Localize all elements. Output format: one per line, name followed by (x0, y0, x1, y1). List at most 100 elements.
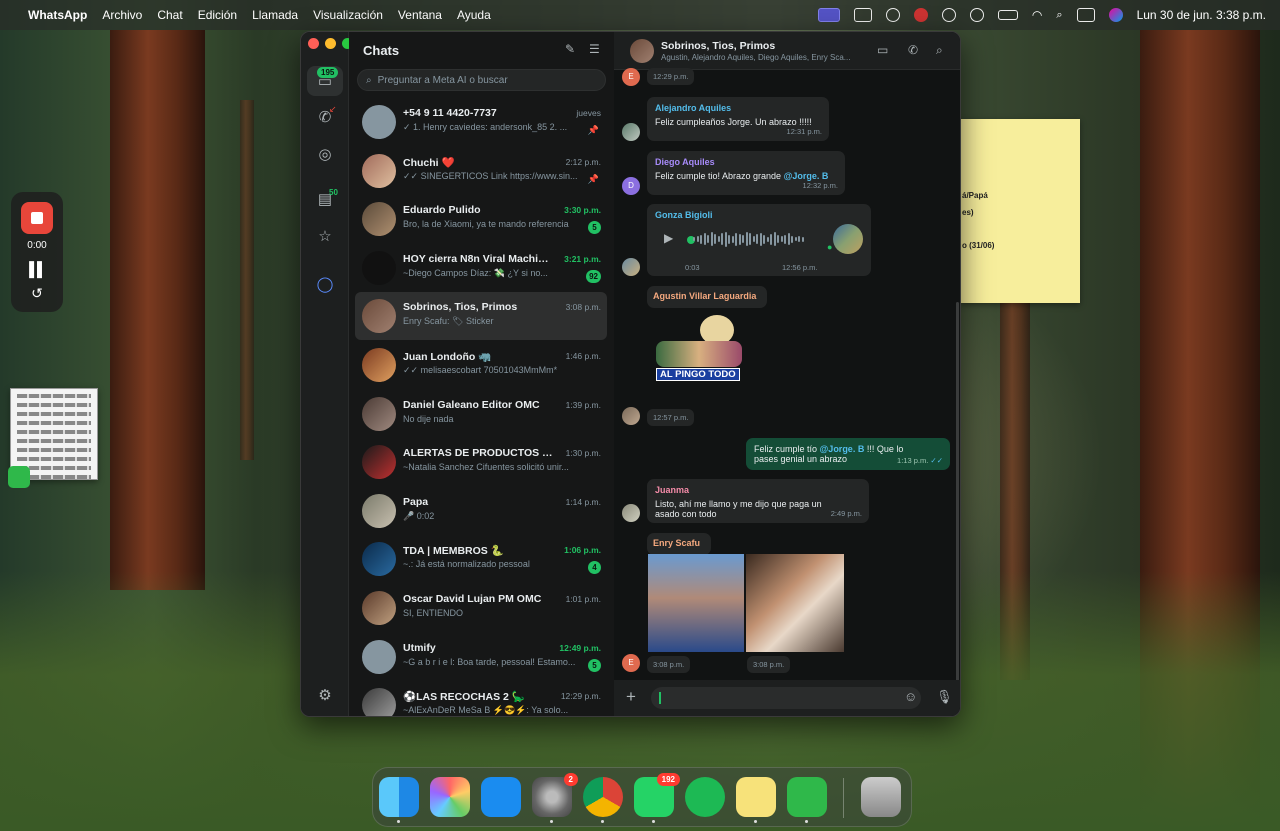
menu-archivo[interactable]: Archivo (102, 8, 142, 22)
menu-ayuda[interactable]: Ayuda (457, 8, 491, 22)
emoji-icon[interactable]: ☺ (904, 689, 917, 704)
chat-avatar[interactable] (362, 688, 396, 716)
spotlight-search-icon[interactable]: ⌕ (1056, 9, 1062, 22)
chat-avatar[interactable] (362, 639, 396, 674)
chat-row[interactable]: Eduardo Pulido 3:30 p.m. Bro, la de Xiaomi… (355, 195, 607, 243)
voice-call-icon[interactable]: ✆ (908, 43, 918, 57)
launchpad-icon[interactable] (430, 777, 470, 817)
menubar-clock[interactable]: Lun 30 de jun. 3:38 p.m. (1137, 8, 1266, 22)
group-name[interactable]: Sobrinos, Tios, Primos (661, 40, 775, 52)
chat-row[interactable]: Juan Londoño 🦏 1:46 p.m. ✓✓ melisaescobart… (355, 341, 607, 389)
chat-avatar[interactable] (362, 445, 396, 480)
chat-row[interactable]: Daniel Galeano Editor OMC 1:39 p.m. No dij… (355, 390, 607, 438)
minimize-window-button[interactable] (325, 38, 336, 49)
meta-ai-icon[interactable]: ◯ (313, 272, 337, 296)
message-bubble[interactable]: Enry Scafu (647, 533, 711, 555)
tray-sync-icon[interactable] (941, 8, 956, 22)
group-avatar[interactable] (630, 39, 654, 63)
message-bubble[interactable]: Agustin Villar Laguardia (647, 286, 767, 308)
message-sender[interactable]: Enry Scafu (653, 538, 705, 548)
voice-message-bubble[interactable]: Gonza Bigioli ▶ 0:03 12:56 p.m. ● (647, 204, 871, 276)
sender-avatar[interactable] (622, 123, 640, 141)
sender-avatar[interactable] (622, 407, 640, 425)
chat-row[interactable]: HOY cierra N8n Viral Machine... 3:21 p.m.… (355, 244, 607, 292)
menu-ventana[interactable]: Ventana (398, 8, 442, 22)
spotify-icon[interactable] (685, 777, 725, 817)
tray-red-icon[interactable] (913, 8, 928, 22)
search-chat-icon[interactable]: ⌕ (936, 43, 943, 58)
screen-record-icon[interactable] (817, 8, 840, 22)
new-chat-icon[interactable]: ✎ (565, 42, 575, 56)
restart-icon[interactable]: ↺ (31, 285, 43, 302)
settings-icon[interactable]: ⚙ (313, 683, 337, 707)
tray-app-icon[interactable] (853, 8, 872, 22)
sender-avatar[interactable] (622, 504, 640, 522)
chat-row[interactable]: ALERTAS DE PRODUCTOS INT... 1:30 p.m. ~Nat… (355, 438, 607, 486)
chat-avatar[interactable] (362, 153, 396, 188)
chrome-icon[interactable] (583, 777, 623, 823)
sticker-image[interactable]: AL PINGO TODO (654, 315, 744, 385)
message-sender[interactable]: Diego Aquiles (655, 157, 837, 167)
notes-icon[interactable] (736, 777, 776, 823)
starred-icon[interactable]: ☆ (313, 224, 337, 248)
system-settings-icon[interactable]: 2 (532, 773, 578, 823)
chat-avatar[interactable] (362, 348, 396, 382)
control-center-icon[interactable] (1076, 8, 1095, 22)
search-input[interactable]: ⌕ Preguntar a Meta AI o buscar (357, 69, 606, 91)
voice-waveform[interactable] (693, 231, 819, 247)
record-stop-button[interactable] (21, 202, 53, 234)
menu-llamada[interactable]: Llamada (252, 8, 298, 22)
message-sender[interactable]: Juanma (655, 485, 861, 495)
conversation-header[interactable]: Sobrinos, Tios, Primos Agustin, Alejandr… (614, 32, 960, 70)
numbers-icon[interactable] (787, 777, 827, 823)
trash-icon[interactable] (861, 777, 901, 817)
play-icon[interactable]: ▶ (664, 231, 673, 245)
message-input[interactable] (651, 687, 921, 709)
battery-icon[interactable] (997, 10, 1018, 20)
sticker-image[interactable] (746, 554, 844, 652)
chat-row[interactable]: Oscar David Lujan PM OMC 1:01 p.m. SI, ENT… (355, 584, 607, 632)
microphone-icon[interactable]: 🎙 (936, 689, 953, 705)
chat-avatar[interactable] (362, 250, 396, 285)
mention-link[interactable]: @Jorge. B (820, 444, 865, 454)
sticker-image[interactable] (648, 554, 744, 652)
finder-icon[interactable] (379, 777, 419, 823)
message-bubble[interactable]: Alejandro Aquiles Feliz cumpleaños Jorge… (647, 97, 829, 141)
tray-eye-icon[interactable] (885, 8, 900, 22)
siri-icon[interactable] (1108, 8, 1123, 22)
menu-visualizacion[interactable]: Visualización (313, 8, 383, 22)
whatsapp-dock-icon[interactable]: 192 (634, 773, 680, 823)
outgoing-message-bubble[interactable]: Feliz cumple tío @Jorge. B !!! Que lo pa… (746, 438, 950, 470)
wifi-icon[interactable]: ◠ (1032, 8, 1042, 22)
pause-icon[interactable]: ▌▌ (29, 261, 47, 277)
chat-avatar[interactable] (362, 202, 396, 237)
chat-row[interactable]: Sobrinos, Tios, Primos 3:08 p.m. Enry Scaf… (355, 292, 607, 341)
filter-icon[interactable]: ☰ (589, 42, 600, 56)
chat-row[interactable]: TDA | MEMBROS 🐍 1:06 p.m. ~.: Já está norm… (355, 535, 607, 583)
chat-avatar[interactable] (362, 299, 396, 334)
tray-play-icon[interactable] (969, 8, 984, 22)
sender-avatar[interactable]: E (622, 68, 640, 86)
chat-avatar[interactable] (362, 105, 396, 139)
message-bubble[interactable]: Juanma Listo, ahí me llamo y me dijo que… (647, 479, 869, 523)
sticky-note[interactable]: á/Papá es) o (31/06) (960, 119, 1080, 303)
sender-avatar[interactable]: D (622, 177, 640, 195)
conversation-scrollbar[interactable] (956, 302, 959, 682)
chat-avatar[interactable] (362, 493, 396, 528)
mention-link[interactable]: @Jorge. B (784, 171, 829, 181)
message-sender[interactable]: Gonza Bigioli (655, 210, 863, 220)
sender-avatar[interactable]: E (622, 654, 640, 672)
menu-whatsapp[interactable]: WhatsApp (28, 8, 87, 22)
message-sender[interactable]: Agustin Villar Laguardia (653, 291, 761, 301)
video-call-icon[interactable]: ▭ (877, 43, 888, 57)
chat-avatar[interactable] (362, 396, 396, 431)
status-icon[interactable]: ◎ (313, 142, 337, 166)
message-bubble[interactable]: Diego Aquiles Feliz cumple tio! Abrazo g… (647, 151, 845, 195)
chat-avatar[interactable] (362, 542, 396, 577)
message-sender[interactable]: Alejandro Aquiles (655, 103, 821, 113)
chat-row[interactable]: Papa 1:14 p.m. 🎤 0:02 (355, 487, 607, 535)
sender-avatar[interactable] (622, 258, 640, 276)
chat-row[interactable]: Utmify 12:49 p.m. ~G a b r i e l: Boa tard… (355, 633, 607, 681)
app-store-icon[interactable] (481, 777, 521, 817)
chat-row[interactable]: +54 9 11 4420-7737 jueves ✓ 1. Henry cavie… (355, 98, 607, 146)
